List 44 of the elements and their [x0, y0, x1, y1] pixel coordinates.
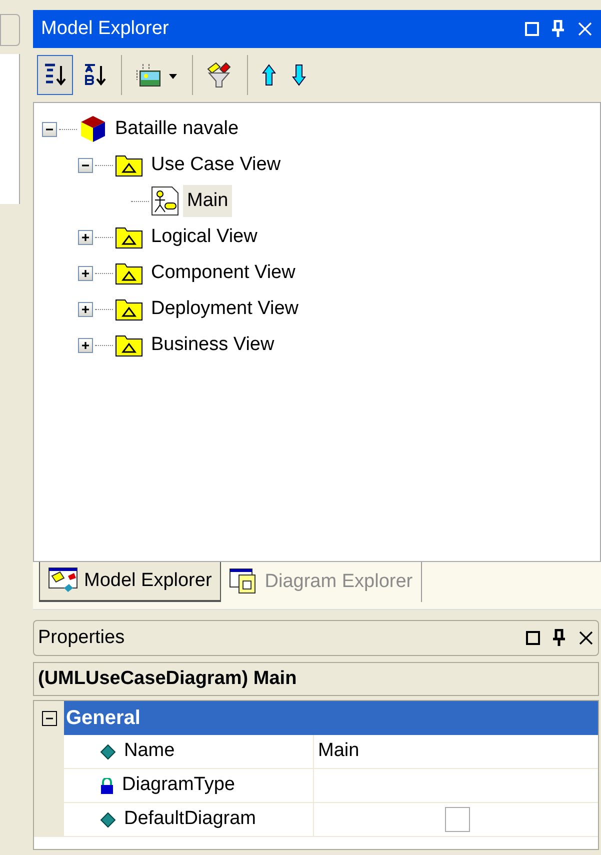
use-case-diagram-icon [151, 186, 179, 216]
folder-icon [115, 297, 143, 321]
property-name: Name [124, 739, 175, 764]
pin-icon[interactable] [552, 629, 566, 647]
numeric-sort-icon [42, 62, 68, 88]
down-arrow-icon [291, 63, 307, 87]
checkbox[interactable] [445, 807, 470, 832]
collapse-toggle[interactable] [42, 122, 57, 136]
close-icon[interactable] [578, 630, 594, 646]
properties-title: Properties [38, 626, 125, 650]
picture-dropdown-icon [135, 62, 179, 88]
expand-toggle[interactable] [78, 338, 93, 352]
collapse-toggle[interactable] [78, 158, 93, 172]
up-arrow-icon [261, 63, 277, 87]
toolbar-button[interactable] [37, 55, 73, 95]
plus-icon [81, 340, 90, 350]
alphabetic-sort-icon [82, 62, 108, 88]
maximize-icon[interactable] [526, 631, 540, 645]
folder-icon [115, 333, 143, 357]
expand-toggle[interactable] [78, 266, 93, 280]
panel-title: Model Explorer [41, 16, 169, 41]
tree-item[interactable]: Component View [147, 257, 300, 289]
property-name: DiagramType [122, 773, 235, 798]
folder-icon [115, 225, 143, 249]
tree-item[interactable]: Use Case View [147, 149, 285, 181]
tree-item[interactable]: Logical View [147, 221, 262, 253]
explorer-tab[interactable]: Model Explorer [39, 562, 221, 602]
tree-item[interactable]: Business View [147, 329, 278, 361]
folder-icon [115, 153, 143, 177]
tree-item[interactable]: Bataille navale [111, 113, 243, 145]
expand-toggle[interactable] [78, 302, 93, 316]
group-header[interactable]: General [64, 701, 598, 735]
plus-icon [81, 232, 90, 242]
property-name: DefaultDiagram [124, 807, 256, 832]
group-toggle[interactable] [42, 710, 56, 726]
tree-item[interactable]: Main [183, 185, 232, 217]
plus-icon [81, 304, 90, 314]
tree-item[interactable]: Deployment View [147, 293, 303, 325]
expand-toggle[interactable] [78, 230, 93, 244]
folder-icon [115, 261, 143, 285]
subject-label: (UMLUseCaseDiagram) Main [38, 666, 297, 691]
plus-icon [81, 268, 90, 278]
property-value[interactable]: Main [318, 737, 360, 766]
cube-icon [79, 114, 107, 144]
